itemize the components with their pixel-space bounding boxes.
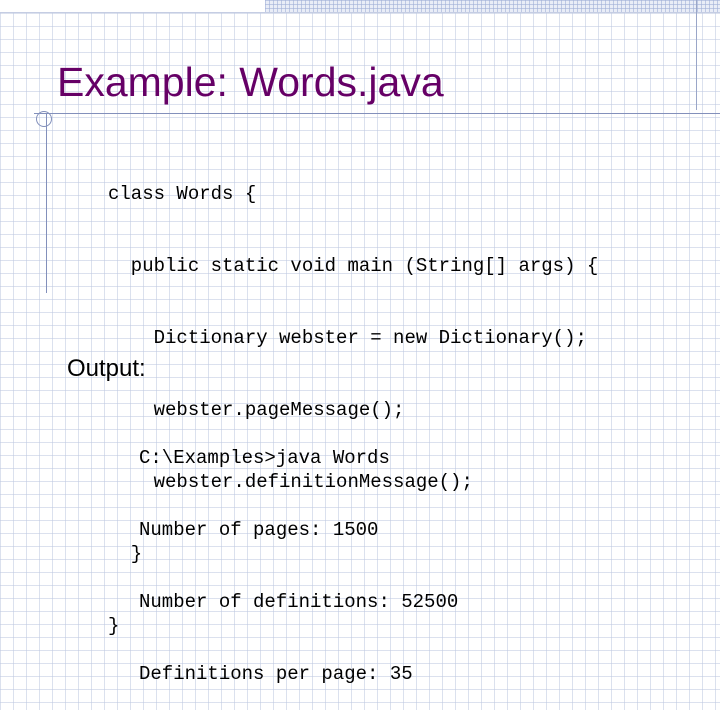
code-line: Dictionary webster = new Dictionary(); xyxy=(108,327,587,349)
output-heading: Output: xyxy=(67,355,146,382)
slide-title: Example: Words.java xyxy=(57,59,444,105)
output-line: Definitions per page: 35 xyxy=(139,663,413,685)
code-line: class Words { xyxy=(108,183,257,205)
header-divider xyxy=(0,12,720,13)
output-line: Number of definitions: 52500 xyxy=(139,591,459,613)
header-pattern-block xyxy=(265,0,720,12)
program-output: C:\Examples>java Words Number of pages: … xyxy=(139,398,458,710)
code-line: public static void main (String[] args) … xyxy=(108,255,599,277)
left-accent-line xyxy=(46,113,47,293)
right-accent-line xyxy=(696,0,697,110)
rule-circle-ornament xyxy=(36,111,52,127)
output-line: C:\Examples>java Words xyxy=(139,447,390,469)
output-line: Number of pages: 1500 xyxy=(139,519,379,541)
title-underline xyxy=(34,113,720,114)
